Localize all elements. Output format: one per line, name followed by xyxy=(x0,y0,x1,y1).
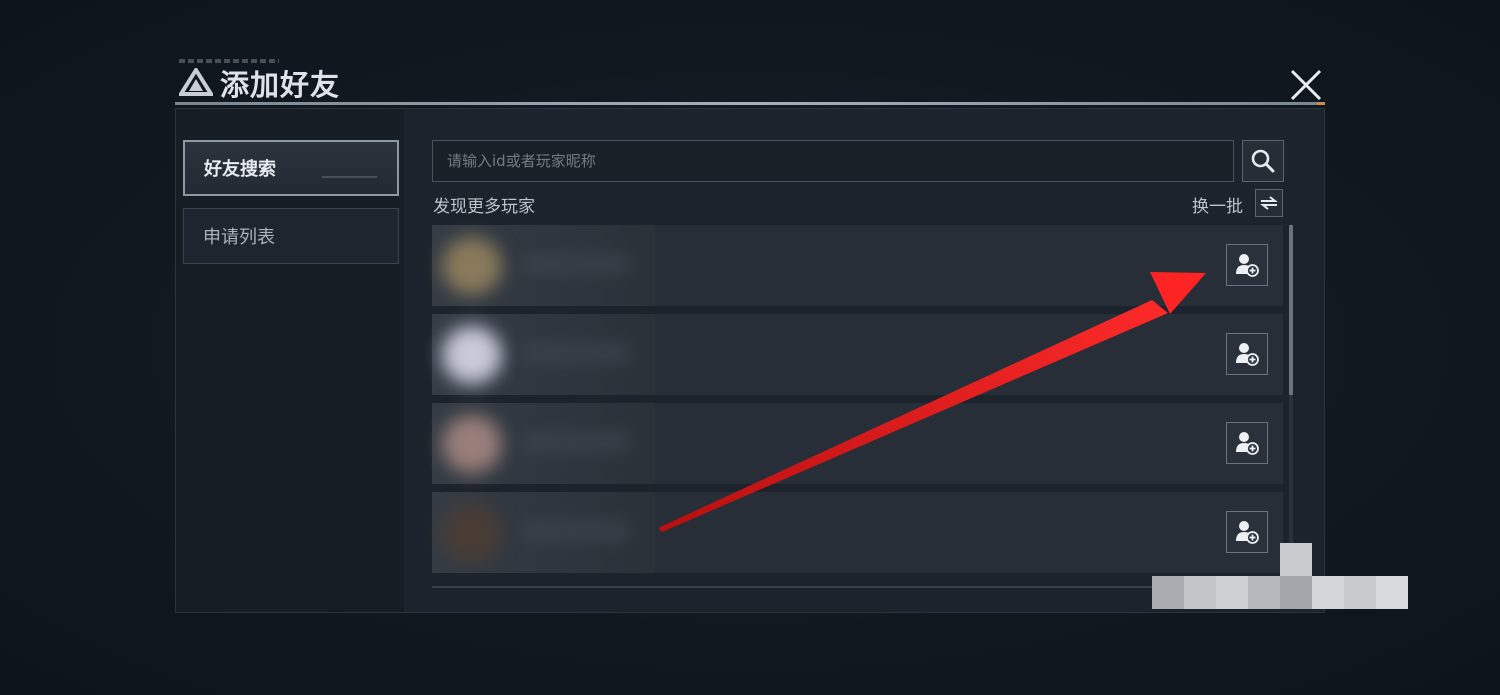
tab-request-list-label: 申请列表 xyxy=(203,227,275,248)
search-icon xyxy=(1251,149,1275,173)
triangle-logo-icon xyxy=(179,68,213,96)
close-icon xyxy=(1290,69,1322,101)
tab-friend-search[interactable]: 好友搜索 xyxy=(183,140,399,196)
avatar xyxy=(442,326,502,384)
scroll-thumb[interactable] xyxy=(1289,225,1293,395)
player-name-blurred xyxy=(520,253,630,275)
player-row xyxy=(432,314,1283,395)
add-friend-dialog: 添加好友 好友搜索 申请列表 发现更多玩家 换 xyxy=(175,59,1325,615)
refresh-label[interactable]: 换一批 xyxy=(1192,192,1243,217)
dialog-title-bar: 添加好友 xyxy=(175,59,1325,108)
player-info-blurred xyxy=(432,403,655,484)
player-row xyxy=(432,403,1283,484)
tab-request-list[interactable]: 申请列表 xyxy=(183,208,399,264)
player-list xyxy=(432,225,1283,585)
title-divider xyxy=(175,102,1325,105)
watermark-mosaic xyxy=(1152,543,1408,609)
add-friend-icon xyxy=(1236,254,1259,277)
player-info-blurred xyxy=(432,225,655,306)
player-name-blurred xyxy=(520,520,630,542)
search-button[interactable] xyxy=(1242,140,1284,182)
discover-more-label: 发现更多玩家 xyxy=(433,197,535,217)
add-friend-button[interactable] xyxy=(1226,422,1268,464)
player-row xyxy=(432,225,1283,306)
search-input[interactable] xyxy=(433,141,1233,181)
player-name-blurred xyxy=(520,431,630,453)
dialog-panel: 好友搜索 申请列表 发现更多玩家 换一批 xyxy=(175,108,1325,613)
add-friend-button[interactable] xyxy=(1226,333,1268,375)
player-info-blurred xyxy=(432,492,655,573)
add-friend-icon xyxy=(1236,521,1259,544)
row-separator xyxy=(655,484,1283,492)
row-separator xyxy=(655,395,1283,403)
add-friend-icon xyxy=(1236,343,1259,366)
avatar xyxy=(442,504,502,562)
tab-friend-search-label: 好友搜索 xyxy=(204,159,276,180)
avatar xyxy=(442,237,502,295)
avatar xyxy=(442,415,502,473)
list-scrollbar[interactable] xyxy=(1289,225,1293,585)
row-separator xyxy=(655,306,1283,314)
close-button[interactable] xyxy=(1287,66,1325,104)
swap-arrows-icon xyxy=(1260,196,1278,210)
add-friend-icon xyxy=(1236,432,1259,455)
refresh-button[interactable] xyxy=(1255,189,1283,217)
player-name-blurred xyxy=(520,342,630,364)
search-field xyxy=(432,140,1234,182)
dialog-title: 添加好友 xyxy=(220,68,341,102)
player-info-blurred xyxy=(432,314,655,395)
sidebar: 好友搜索 申请列表 xyxy=(176,109,404,612)
add-friend-button[interactable] xyxy=(1226,244,1268,286)
